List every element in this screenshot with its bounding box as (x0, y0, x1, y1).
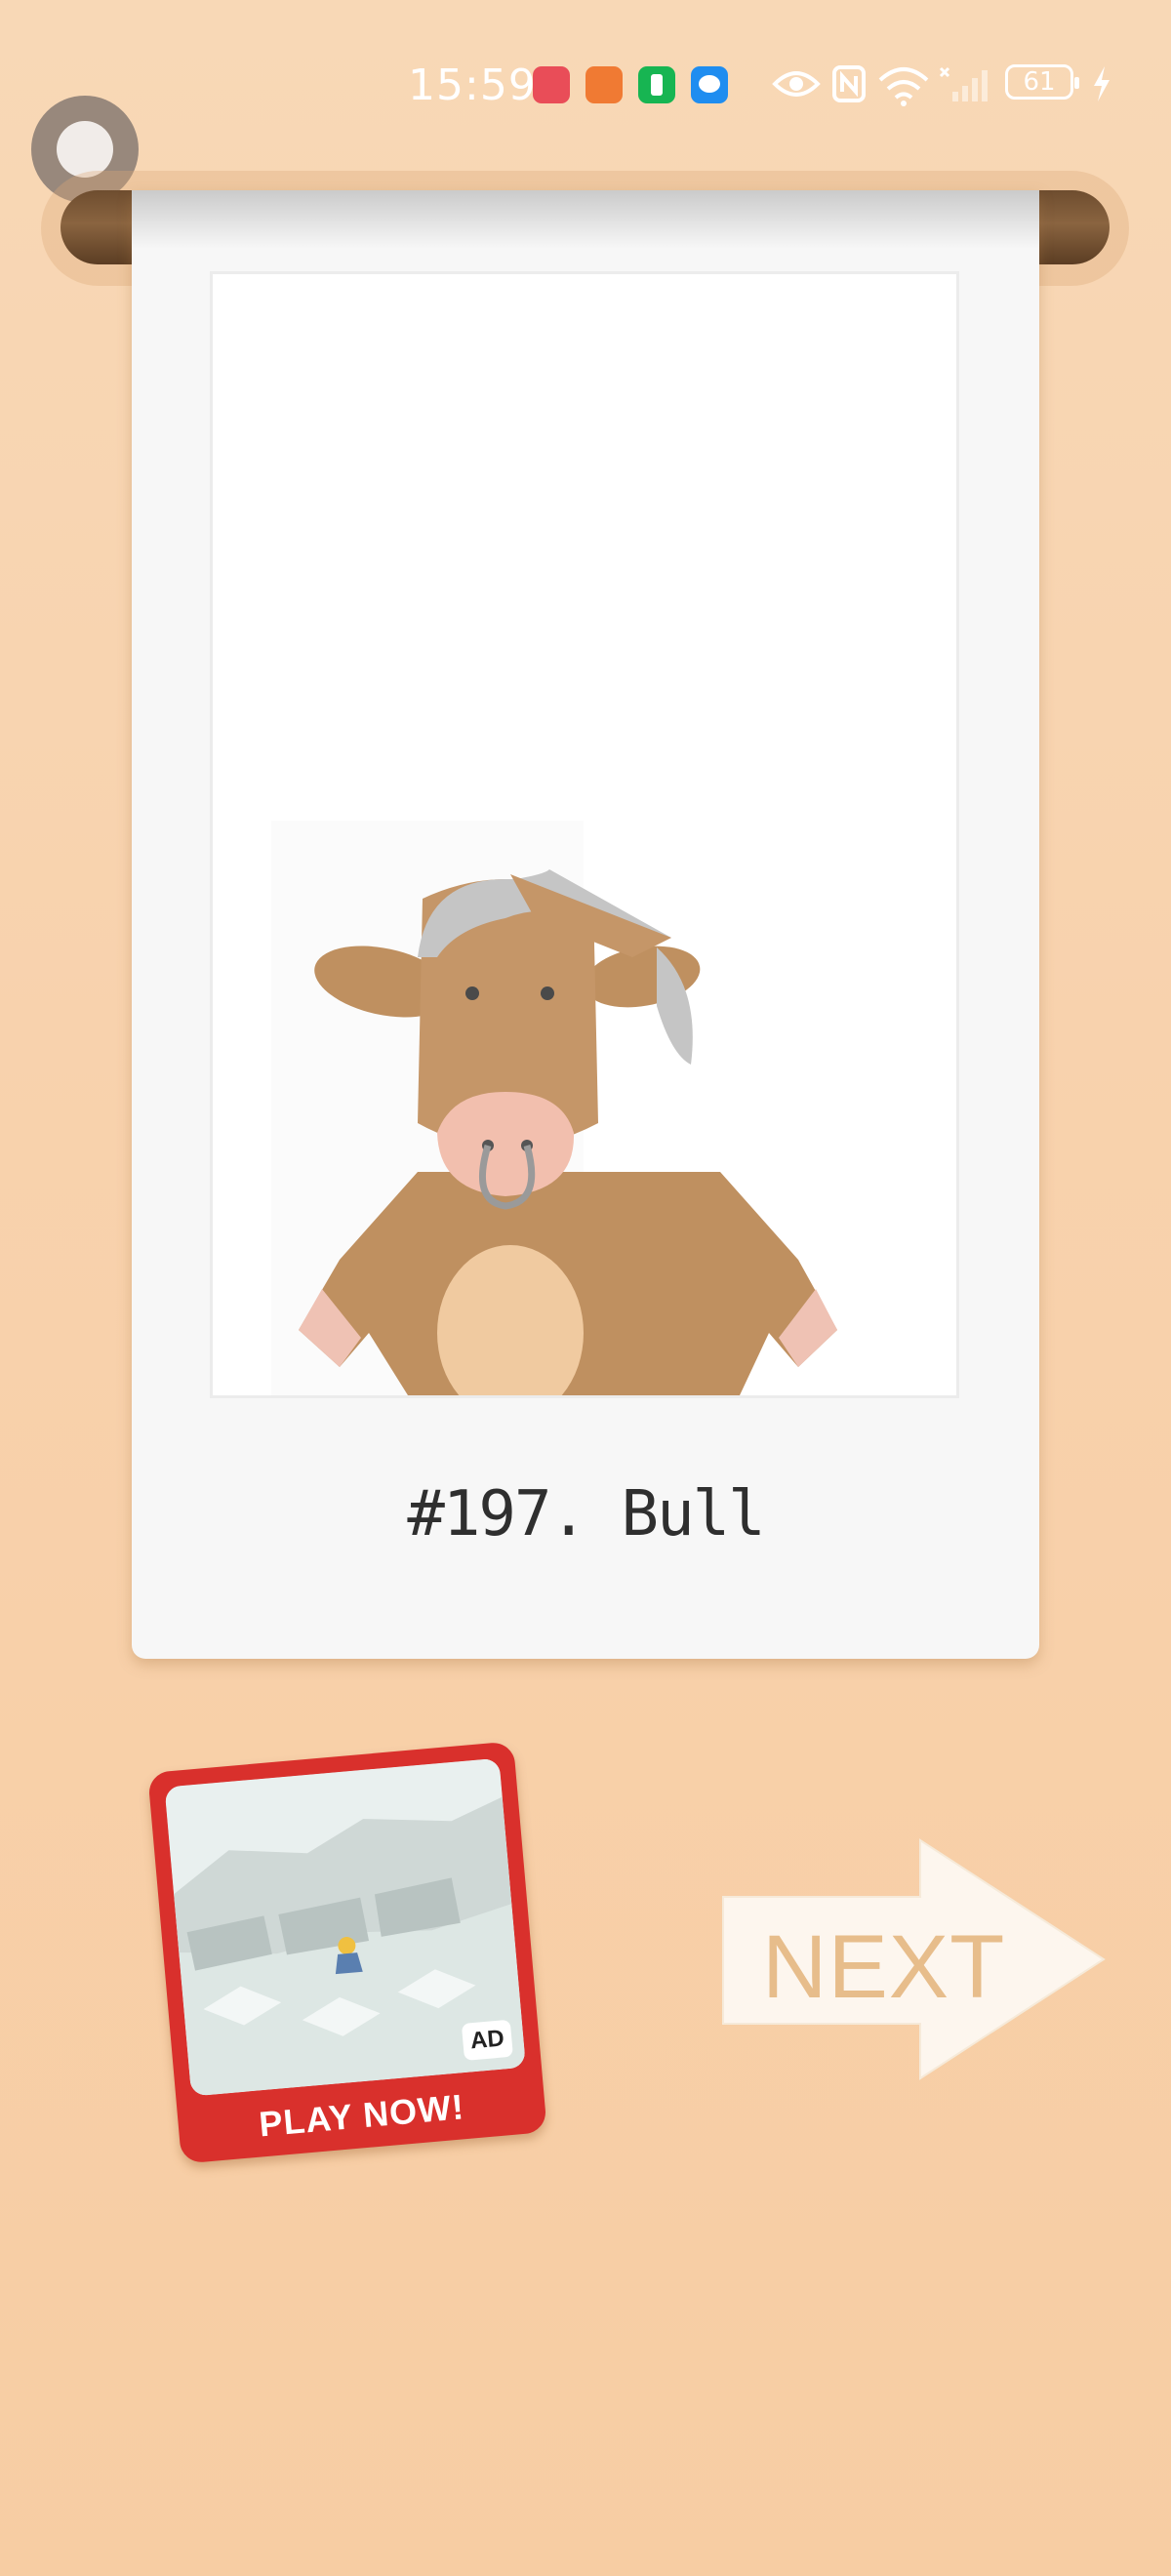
wifi-icon (878, 67, 929, 106)
battery-icon: 61 (1005, 64, 1079, 100)
card-top-shade (132, 190, 1039, 249)
messages-icon (691, 66, 728, 103)
card-caption: #197. Bull (407, 1478, 765, 1550)
status-bar: 15:59 61 (0, 0, 1171, 166)
polaroid-card: #197. Bull (132, 190, 1039, 1659)
ad-play-now-widget[interactable]: AD PLAY NOW! (147, 1741, 547, 2164)
nfc-icon (832, 65, 866, 102)
ad-preview-image: AD (164, 1757, 526, 2097)
huawei-store-icon (533, 66, 570, 103)
assist-dot-icon (57, 121, 113, 178)
phone-app-icon (638, 66, 675, 103)
status-time: 15:59 (408, 60, 537, 110)
photo-frame (210, 271, 959, 1398)
ad-badge: AD (461, 2019, 513, 2061)
next-button[interactable]: NEXT (717, 1836, 1108, 2082)
next-label: NEXT (762, 1917, 1006, 2017)
video-app-icon (586, 66, 623, 103)
bull-illustration (271, 821, 837, 1395)
eye-comfort-icon (772, 71, 821, 97)
charging-icon (1094, 66, 1110, 101)
signal-icon (939, 66, 988, 101)
